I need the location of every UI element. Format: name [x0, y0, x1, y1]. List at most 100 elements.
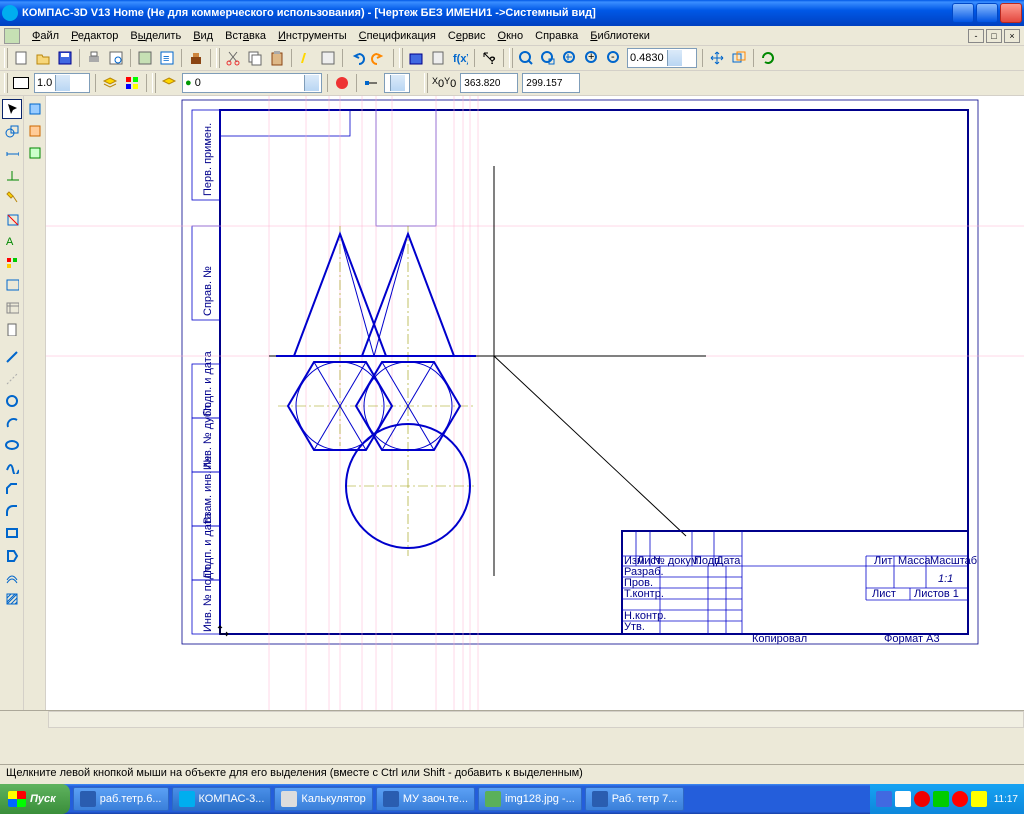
tray-icon[interactable]: [895, 791, 911, 807]
calc-button[interactable]: [427, 47, 449, 69]
stop-button[interactable]: [331, 72, 353, 94]
undo-button[interactable]: [346, 47, 368, 69]
menu-insert[interactable]: Вставка: [219, 28, 272, 44]
layers2-button[interactable]: [158, 72, 180, 94]
tray-av-icon[interactable]: [914, 791, 930, 807]
task-item[interactable]: КОМПАС-3...: [172, 787, 272, 811]
print-button[interactable]: [83, 47, 105, 69]
save-button[interactable]: [54, 47, 76, 69]
layer-combo[interactable]: ● 0: [182, 73, 322, 93]
hatch-tool[interactable]: [2, 589, 22, 609]
zoom-out-button[interactable]: -: [603, 47, 625, 69]
spline-tool[interactable]: [2, 457, 22, 477]
layers-button[interactable]: [99, 72, 121, 94]
grip-icon[interactable]: [424, 73, 428, 93]
fillet-tool[interactable]: [2, 501, 22, 521]
menu-service[interactable]: Сервис: [442, 28, 492, 44]
close-button[interactable]: [1000, 3, 1022, 23]
pan-button[interactable]: [706, 47, 728, 69]
task-item[interactable]: Калькулятор: [274, 787, 372, 811]
dropdown-icon[interactable]: [390, 75, 405, 91]
snap-combo[interactable]: [384, 73, 410, 93]
cut-button[interactable]: [222, 47, 244, 69]
selection-tool[interactable]: [2, 99, 22, 119]
layer-colors-button[interactable]: [121, 72, 143, 94]
new-button[interactable]: [10, 47, 32, 69]
scale-combo[interactable]: 1.0: [34, 73, 90, 93]
tab3-button[interactable]: [25, 143, 45, 163]
zoom-fit-button[interactable]: [515, 47, 537, 69]
redo-button[interactable]: [368, 47, 390, 69]
vars-button[interactable]: ≡: [156, 47, 178, 69]
zoom-prev-button[interactable]: [728, 47, 750, 69]
state-swatch[interactable]: [10, 72, 32, 94]
task-item[interactable]: МУ заоч.те...: [376, 787, 475, 811]
menu-file[interactable]: Файл: [26, 28, 65, 44]
dropdown-icon[interactable]: [304, 75, 319, 91]
mdi-minimize-button[interactable]: -: [968, 29, 984, 43]
zoom-in-button[interactable]: +: [581, 47, 603, 69]
task-item[interactable]: раб.тетр.6...: [73, 787, 169, 811]
annotation-tool[interactable]: [2, 165, 22, 185]
lib-button[interactable]: [185, 47, 207, 69]
copy-button[interactable]: [244, 47, 266, 69]
measure-tool[interactable]: A: [2, 231, 22, 251]
grip-icon[interactable]: [4, 48, 8, 68]
task-item[interactable]: img128.jpg -...: [478, 787, 582, 811]
grip-icon[interactable]: [152, 73, 156, 93]
grip-icon[interactable]: [399, 48, 403, 68]
views-tool[interactable]: [2, 275, 22, 295]
spec-tool[interactable]: [2, 253, 22, 273]
dropdown-icon[interactable]: [667, 50, 682, 66]
maximize-button[interactable]: [976, 3, 998, 23]
param-tool[interactable]: [2, 209, 22, 229]
edit-tool[interactable]: [2, 187, 22, 207]
dropdown-icon[interactable]: [55, 75, 70, 91]
open-button[interactable]: [32, 47, 54, 69]
tray-clock[interactable]: 11:17: [994, 794, 1018, 805]
props-button[interactable]: [317, 47, 339, 69]
tray-icon[interactable]: [971, 791, 987, 807]
zoom-dyn-button[interactable]: [559, 47, 581, 69]
properties-button[interactable]: [134, 47, 156, 69]
tab2-button[interactable]: [25, 121, 45, 141]
fx-button[interactable]: f(x): [449, 47, 471, 69]
contour-tool[interactable]: [2, 545, 22, 565]
menu-spec[interactable]: Спецификация: [353, 28, 442, 44]
auxline-tool[interactable]: [2, 369, 22, 389]
task-item[interactable]: Раб. тетр 7...: [585, 787, 685, 811]
arc-tool[interactable]: [2, 413, 22, 433]
tray-lang-icon[interactable]: [876, 791, 892, 807]
tray-icon[interactable]: [933, 791, 949, 807]
circle-tool[interactable]: [2, 391, 22, 411]
menu-select[interactable]: Выделить: [124, 28, 187, 44]
chamfer-tool[interactable]: [2, 479, 22, 499]
copy-props-button[interactable]: [295, 47, 317, 69]
line-tool[interactable]: [2, 347, 22, 367]
preview-button[interactable]: [105, 47, 127, 69]
redraw-button[interactable]: [757, 47, 779, 69]
grip-icon[interactable]: [4, 73, 8, 93]
menu-libs[interactable]: Библиотеки: [584, 28, 656, 44]
zoom-combo[interactable]: 0.4830: [627, 48, 697, 68]
mdi-restore-button[interactable]: □: [986, 29, 1002, 43]
mdi-doc-icon[interactable]: [4, 28, 20, 44]
report-tool[interactable]: [2, 319, 22, 339]
menu-view[interactable]: Вид: [187, 28, 219, 44]
geometry-tool[interactable]: [2, 121, 22, 141]
zoom-window-button[interactable]: [537, 47, 559, 69]
grip-icon[interactable]: [216, 48, 220, 68]
horizontal-scrollbar[interactable]: [48, 711, 1024, 728]
drawing-canvas[interactable]: Перв. примен. Справ. № Подп. и дата Инв.…: [46, 96, 1024, 710]
tray-block-icon[interactable]: [952, 791, 968, 807]
lib-mgr-button[interactable]: [405, 47, 427, 69]
dimensions-tool[interactable]: [2, 143, 22, 163]
tab1-button[interactable]: [25, 99, 45, 119]
paste-button[interactable]: [266, 47, 288, 69]
minimize-button[interactable]: [952, 3, 974, 23]
menu-tools[interactable]: Инструменты: [272, 28, 353, 44]
menu-help[interactable]: Справка: [529, 28, 584, 44]
ellipse-tool[interactable]: [2, 435, 22, 455]
rect-tool[interactable]: [2, 523, 22, 543]
grip-icon[interactable]: [509, 48, 513, 68]
